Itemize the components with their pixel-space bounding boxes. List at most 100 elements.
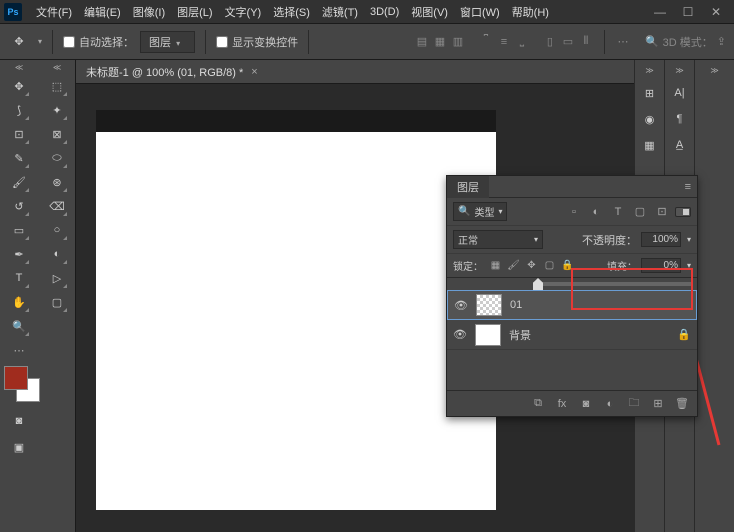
layer-row[interactable]: 👁 01 xyxy=(447,290,697,320)
align-middle-icon[interactable]: ≡ xyxy=(496,34,512,50)
colors-icon[interactable]: ▦ xyxy=(639,134,661,156)
menu-file[interactable]: 文件(F) xyxy=(30,4,78,20)
color-swatches[interactable] xyxy=(0,362,38,406)
styles-icon[interactable]: ◉ xyxy=(639,108,661,130)
distribute-v-icon[interactable]: ▭ xyxy=(560,34,576,50)
menu-select[interactable]: 选择(S) xyxy=(267,4,316,20)
align-right-icon[interactable]: ▥ xyxy=(450,34,466,50)
layer-thumbnail[interactable] xyxy=(476,294,502,316)
pen-tool[interactable]: ✒ xyxy=(8,243,30,265)
auto-select-input[interactable] xyxy=(63,36,75,48)
history-brush-tool[interactable]: ↺ xyxy=(8,195,30,217)
artboard[interactable] xyxy=(96,132,496,510)
collapse-icon[interactable]: ≫ xyxy=(675,66,683,76)
align-bottom-icon[interactable]: ⎵ xyxy=(514,34,530,50)
gradient-tool[interactable]: ▭ xyxy=(8,219,30,241)
new-layer-icon[interactable]: ⊞ xyxy=(651,397,665,411)
menu-text[interactable]: 文字(Y) xyxy=(219,4,268,20)
align-left-icon[interactable]: ▤ xyxy=(414,34,430,50)
menu-help[interactable]: 帮助(H) xyxy=(506,4,555,20)
fill-input[interactable]: 0% xyxy=(641,258,681,273)
eyedropper-tool[interactable]: ✎ xyxy=(8,147,30,169)
layer-thumbnail[interactable] xyxy=(475,324,501,346)
edit-toolbar-icon[interactable]: ⋯ xyxy=(14,344,25,357)
collapse-icon[interactable]: ≪ xyxy=(12,62,26,72)
distribute-icon[interactable]: ⫴ xyxy=(578,34,594,50)
paragraph-icon[interactable]: ¶ xyxy=(669,108,691,130)
collapse-icon[interactable]: ≫ xyxy=(710,66,718,76)
group-icon[interactable]: 🗀 xyxy=(627,397,641,411)
filter-smart-icon[interactable]: ⊡ xyxy=(655,205,669,219)
blur-tool[interactable]: ○ xyxy=(46,219,68,241)
show-transform-checkbox[interactable]: 显示变换控件 xyxy=(216,34,298,50)
close-tab-icon[interactable]: × xyxy=(251,66,257,78)
menu-view[interactable]: 视图(V) xyxy=(405,4,454,20)
minimize-button[interactable]: — xyxy=(646,2,674,22)
layer-mask-icon[interactable]: ◙ xyxy=(579,397,593,411)
shape-tool[interactable]: ▢ xyxy=(46,291,68,313)
filter-pixel-icon[interactable]: ▫ xyxy=(567,205,581,219)
filter-text-icon[interactable]: T xyxy=(611,205,625,219)
quick-mask-button[interactable]: ◙ xyxy=(8,410,30,432)
blend-mode-dropdown[interactable]: 正常 ▾ xyxy=(453,230,543,249)
lock-position-icon[interactable]: ✥ xyxy=(525,259,538,272)
filter-type-dropdown[interactable]: 🔍 类型 ▾ xyxy=(453,202,507,221)
auto-select-dropdown[interactable]: 图层 ▾ xyxy=(140,31,195,53)
show-transform-input[interactable] xyxy=(216,36,228,48)
brush-tool[interactable]: 🖌 xyxy=(8,171,30,193)
menu-edit[interactable]: 编辑(E) xyxy=(78,4,127,20)
fill-slider[interactable] xyxy=(447,278,697,290)
search-icon[interactable]: 🔍 xyxy=(645,35,659,48)
dodge-tool[interactable]: ◐ xyxy=(46,243,68,265)
adjustments-icon[interactable]: ⊞ xyxy=(639,82,661,104)
opacity-input[interactable]: 100% xyxy=(641,232,681,247)
healing-tool[interactable]: ⬭ xyxy=(46,147,68,169)
character-icon[interactable]: A| xyxy=(669,82,691,104)
auto-select-checkbox[interactable]: 自动选择： xyxy=(63,34,134,50)
menu-image[interactable]: 图像(I) xyxy=(127,4,171,20)
layer-row[interactable]: 👁 背景 🔒 xyxy=(447,320,697,350)
filter-shape-icon[interactable]: ▢ xyxy=(633,205,647,219)
layers-tab[interactable]: 图层 xyxy=(447,176,489,198)
layer-name[interactable]: 背景 xyxy=(509,327,669,343)
lock-artboard-icon[interactable]: ▢ xyxy=(543,259,556,272)
zoom-tool[interactable]: 🔍 xyxy=(8,315,30,337)
screen-mode-button[interactable]: ▣ xyxy=(8,436,30,458)
close-button[interactable]: ✕ xyxy=(702,2,730,22)
hand-tool[interactable]: ✋ xyxy=(8,291,30,313)
chevron-down-icon[interactable]: ▾ xyxy=(687,261,691,270)
collapse-icon[interactable]: ≪ xyxy=(50,62,64,72)
crop-tool[interactable]: ⊡ xyxy=(8,123,30,145)
visibility-icon[interactable]: 👁 xyxy=(453,328,467,341)
share-icon[interactable]: ⇪ xyxy=(717,35,726,48)
panel-menu-icon[interactable]: ≡ xyxy=(679,181,697,193)
align-top-icon[interactable]: ⎴ xyxy=(478,34,494,50)
path-selection-tool[interactable]: ▷ xyxy=(46,267,68,289)
move-tool-indicator[interactable]: ✥ xyxy=(8,31,30,53)
lasso-tool[interactable]: ⟆ xyxy=(8,99,30,121)
menu-layer[interactable]: 图层(L) xyxy=(171,4,218,20)
filter-toggle[interactable] xyxy=(675,207,691,217)
delete-layer-icon[interactable]: 🗑 xyxy=(675,397,689,411)
menu-3d[interactable]: 3D(D) xyxy=(364,6,405,18)
slider-thumb[interactable] xyxy=(533,278,543,290)
more-options-icon[interactable]: ⋯ xyxy=(615,34,631,50)
filter-adjust-icon[interactable]: ◐ xyxy=(589,205,603,219)
layer-name[interactable]: 01 xyxy=(510,299,690,311)
clone-tool[interactable]: ⊛ xyxy=(46,171,68,193)
marquee-tool[interactable]: ⬚ xyxy=(46,75,68,97)
foreground-color[interactable] xyxy=(4,366,28,390)
collapse-icon[interactable]: ≫ xyxy=(645,66,653,76)
menu-filter[interactable]: 滤镜(T) xyxy=(316,4,364,20)
magic-wand-tool[interactable]: ✦ xyxy=(46,99,68,121)
maximize-button[interactable]: ☐ xyxy=(674,2,702,22)
visibility-icon[interactable]: 👁 xyxy=(454,299,468,312)
eraser-tool[interactable]: ⌫ xyxy=(46,195,68,217)
glyphs-icon[interactable]: A̲ xyxy=(669,134,691,156)
frame-tool[interactable]: ⊠ xyxy=(46,123,68,145)
lock-pixels-icon[interactable]: 🖌 xyxy=(507,259,520,272)
move-tool[interactable]: ✥ xyxy=(8,75,30,97)
lock-all-icon[interactable]: 🔒 xyxy=(561,259,574,272)
adjustment-layer-icon[interactable]: ◐ xyxy=(603,397,617,411)
layer-style-icon[interactable]: fx xyxy=(555,397,569,411)
